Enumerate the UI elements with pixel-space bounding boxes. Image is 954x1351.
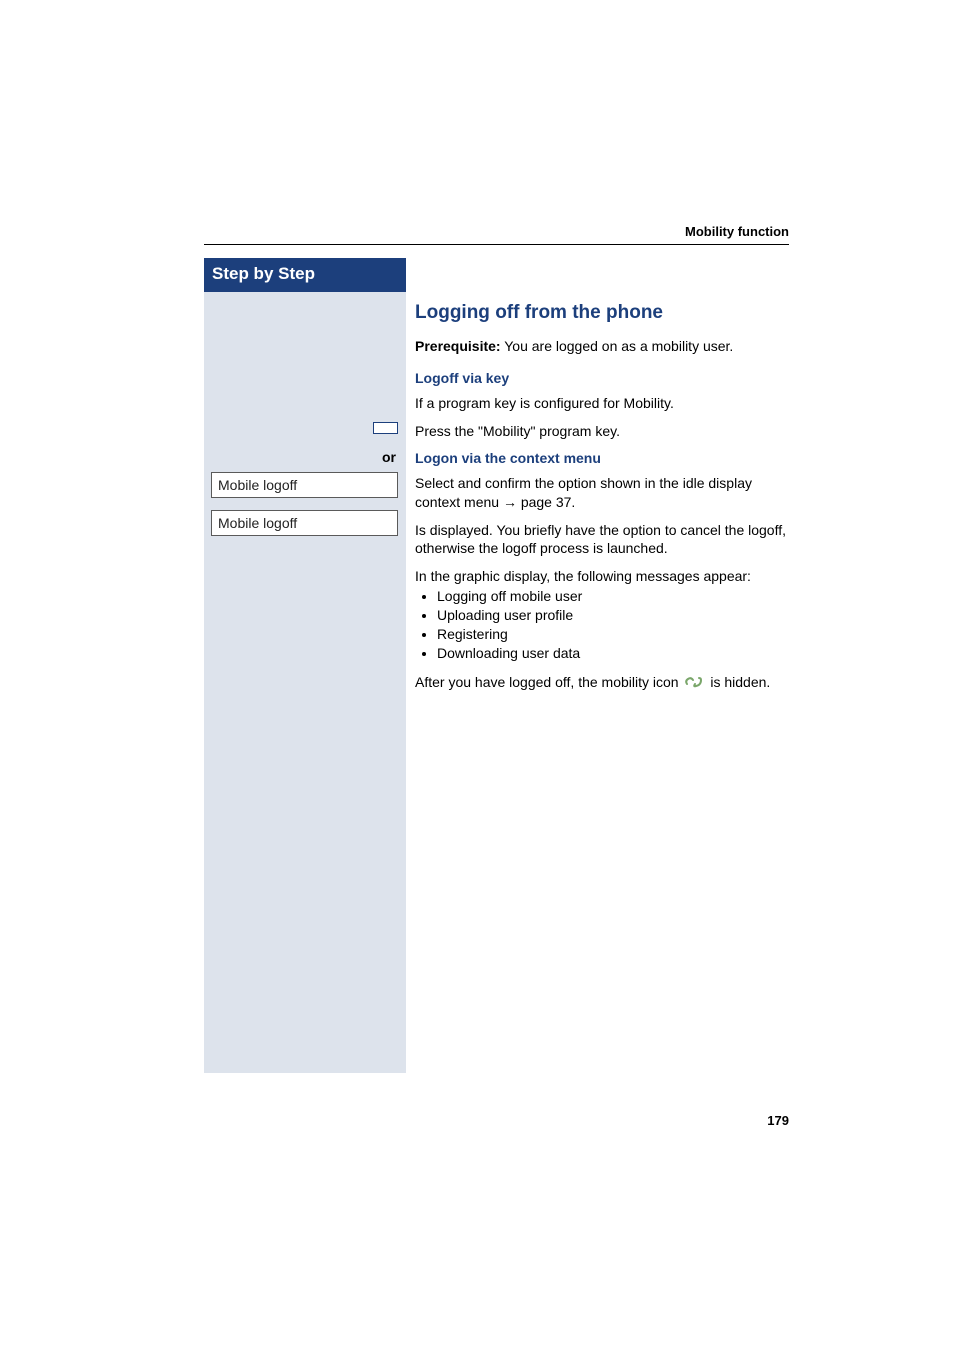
sub2-text1: Select and confirm the option shown in t…: [415, 474, 789, 510]
sub1-text2: Press the "Mobility" program key.: [415, 422, 789, 440]
after-b: is hidden.: [710, 674, 770, 690]
option-mobile-logoff-2: Mobile logoff: [211, 510, 398, 536]
bullet-item: Logging off mobile user: [437, 587, 789, 606]
sidebar-title: Step by Step: [204, 258, 406, 292]
prerequisite: Prerequisite: You are logged on as a mob…: [415, 338, 789, 354]
header-section: Mobility function: [685, 224, 789, 239]
sub1-title: Logoff via key: [415, 370, 789, 386]
arrow-icon: →: [503, 494, 517, 510]
after-logoff: After you have logged off, the mobility …: [415, 673, 789, 692]
after-a: After you have logged off, the mobility …: [415, 674, 682, 690]
sub2-text3: In the graphic display, the following me…: [415, 567, 789, 585]
sub2-text2: Is displayed. You briefly have the optio…: [415, 521, 789, 557]
header-rule: [204, 244, 789, 245]
page-number: 179: [767, 1113, 789, 1128]
mobility-icon: [684, 674, 704, 692]
step-sidebar: Step by Step or Mobile logoff Mobile log…: [204, 258, 406, 1073]
bullet-item: Downloading user data: [437, 644, 789, 663]
prereq-text: You are logged on as a mobility user.: [501, 338, 734, 354]
prereq-label: Prerequisite:: [415, 338, 501, 354]
sub1-text1: If a program key is configured for Mobil…: [415, 394, 789, 412]
option-mobile-logoff-1: Mobile logoff: [211, 472, 398, 498]
bullet-item: Registering: [437, 625, 789, 644]
main-content: Logging off from the phone Prerequisite:…: [415, 258, 789, 692]
message-bullets: Logging off mobile user Uploading user p…: [415, 587, 789, 663]
sub2-text1-b: page 37.: [517, 494, 575, 510]
bullet-item: Uploading user profile: [437, 606, 789, 625]
sub2-title: Logon via the context menu: [415, 450, 789, 466]
or-label: or: [382, 449, 396, 465]
section-title: Logging off from the phone: [415, 302, 789, 324]
sub2-text1-a: Select and confirm the option shown in t…: [415, 475, 752, 509]
program-key-icon: [373, 422, 398, 434]
